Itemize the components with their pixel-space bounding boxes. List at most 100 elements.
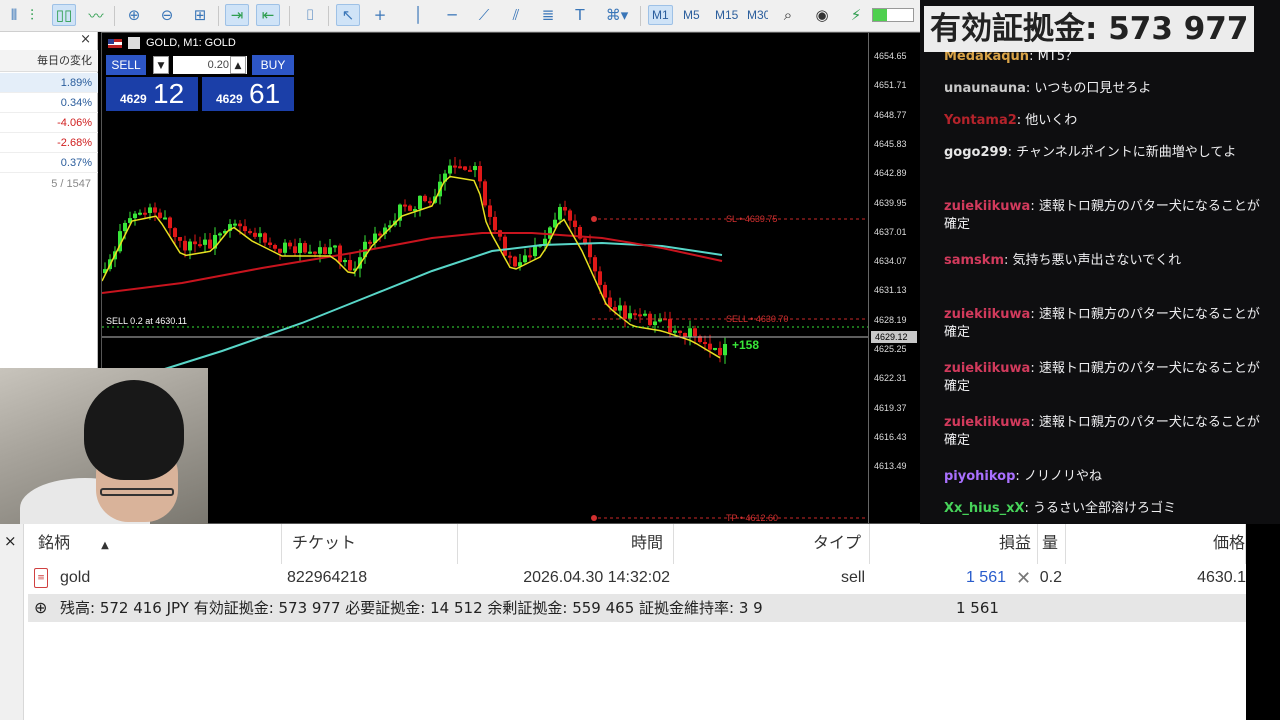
chat-username[interactable]: zuiekiikuwa: [944, 415, 1030, 430]
candle-body: [428, 201, 432, 204]
toolbar-separator: [218, 6, 219, 26]
channel-icon[interactable]: ⫽: [504, 4, 528, 26]
moving-average-slow: [151, 241, 723, 374]
close-position-icon[interactable]: ✕: [1016, 566, 1031, 590]
column-header-ticket[interactable]: チケット: [282, 524, 458, 564]
candle-body: [258, 233, 262, 237]
candle-body: [528, 255, 532, 258]
column-header-symbol[interactable]: 銘柄 ▲: [28, 524, 282, 564]
buy-price-button[interactable]: 4629 61: [202, 77, 294, 111]
candle-body: [238, 223, 242, 227]
candle-body: [623, 305, 627, 319]
symbol-count: 5 / 1547: [51, 178, 91, 190]
price-tick-label: 4631.13: [874, 285, 907, 296]
market-row[interactable]: -4.06%: [0, 113, 98, 133]
fibonacci-icon[interactable]: ≣: [536, 4, 560, 26]
candle-body: [163, 217, 167, 220]
chat-username[interactable]: zuiekiikuwa: [944, 307, 1030, 322]
sell-price-button[interactable]: 4629 12: [106, 77, 198, 111]
vertical-line-icon[interactable]: │: [406, 4, 430, 26]
candle-body: [558, 207, 562, 220]
market-row[interactable]: 0.37%: [0, 153, 98, 173]
cursor-icon[interactable]: ↖: [336, 4, 360, 26]
symbol-icon: [128, 37, 140, 49]
timeframe-m30[interactable]: M30: [744, 5, 768, 25]
chart-shift-icon[interactable]: ⇤: [256, 4, 280, 26]
candle-body: [613, 307, 617, 311]
candle-body: [563, 207, 567, 211]
account-icon[interactable]: ◉: [810, 4, 834, 26]
moving-average-fast: [102, 175, 721, 359]
lot-decrease-icon[interactable]: ▼: [153, 56, 169, 74]
algo-trading-icon[interactable]: ⚡: [844, 4, 868, 26]
close-icon[interactable]: ×: [80, 32, 91, 47]
column-header-profit[interactable]: 損益: [870, 524, 1038, 564]
chat-text: ノリノリやね: [1023, 469, 1102, 484]
chat-username[interactable]: piyohikop: [944, 469, 1015, 484]
stop-loss-label[interactable]: SL • 4639.75: [726, 214, 777, 224]
chat-username[interactable]: zuiekiikuwa: [944, 199, 1030, 214]
chat-username[interactable]: gogo299: [944, 145, 1008, 160]
candle-body: [288, 242, 292, 247]
chart-window[interactable]: GOLD, M1: GOLD SELL ▼ 0.20 ▲ BUY 4629 12…: [101, 32, 920, 524]
candle-body: [418, 195, 422, 210]
candle-body: [568, 210, 572, 221]
column-header-volume[interactable]: 量: [1038, 524, 1066, 564]
stop-loss-handle[interactable]: [591, 216, 597, 222]
candle-body: [208, 239, 212, 249]
candle-body: [533, 245, 537, 257]
screenshot-icon[interactable]: ⌷: [298, 4, 322, 26]
buy-button[interactable]: BUY: [252, 55, 294, 75]
lot-increase-icon[interactable]: ▲: [230, 56, 246, 74]
line-chart-mode-icon[interactable]: 〰: [84, 4, 108, 26]
bar-chart-mode-icon[interactable]: ⫶: [20, 4, 44, 26]
webcam-overlay: [0, 368, 208, 526]
text-tool-icon[interactable]: T: [568, 4, 592, 26]
candlestick-mode-icon[interactable]: ▯▯: [52, 4, 76, 26]
timeframe-m5[interactable]: M5: [680, 5, 703, 25]
shapes-menu-icon[interactable]: ⌘▾: [600, 4, 634, 26]
trendline-icon[interactable]: ⟋: [472, 4, 496, 26]
candle-body: [653, 321, 657, 326]
zoom-out-icon[interactable]: ⊖: [155, 4, 179, 26]
chat-username[interactable]: samskm: [944, 253, 1004, 268]
chat-message: Yontama2: 他いくわ: [944, 112, 1262, 130]
auto-scroll-icon[interactable]: ⇥: [225, 4, 249, 26]
chat-username[interactable]: Yontama2: [944, 113, 1017, 128]
zoom-in-icon[interactable]: ⊕: [122, 4, 146, 26]
chat-message: piyohikop: ノリノリやね: [944, 468, 1262, 486]
chat-username[interactable]: zuiekiikuwa: [944, 361, 1030, 376]
take-profit-label[interactable]: TP • 4612.60: [726, 513, 778, 523]
close-icon[interactable]: ×: [4, 532, 17, 550]
price-tick-label: 4622.31: [874, 373, 907, 384]
chat-message: zuiekiikuwa: 速報トロ親方のパター犬になることが確定: [944, 360, 1262, 396]
candle-body: [268, 242, 272, 245]
price-tick-label: 4642.89: [874, 168, 907, 179]
take-profit-handle[interactable]: [591, 515, 597, 521]
candle-body: [273, 244, 277, 249]
horizontal-line-icon[interactable]: ─: [440, 4, 464, 26]
chat-username[interactable]: unaunauna: [944, 81, 1026, 96]
column-header-price[interactable]: 価格: [1066, 524, 1246, 564]
market-row[interactable]: -2.68%: [0, 133, 98, 153]
sell-order-label[interactable]: SELL • 4630.70: [726, 314, 788, 324]
crosshair-icon[interactable]: +: [368, 4, 392, 26]
price-tick-label: 4639.95: [874, 197, 907, 208]
sell-button[interactable]: SELL: [106, 55, 146, 75]
daily-change-header[interactable]: 毎日の変化: [0, 50, 98, 72]
candle-body: [688, 328, 692, 337]
expand-icon[interactable]: ⊕: [34, 594, 47, 622]
price-tick-label: 4634.07: [874, 256, 907, 267]
chat-username[interactable]: Xx_hius_xX: [944, 501, 1025, 516]
market-row[interactable]: 0.34%: [0, 93, 98, 113]
grid-icon[interactable]: ⊞: [188, 4, 212, 26]
column-header-time[interactable]: 時間: [458, 524, 674, 564]
candle-body: [493, 216, 497, 231]
search-icon[interactable]: ⌕: [776, 4, 800, 26]
price-axis[interactable]: 4654.65 4651.71 4648.77 4645.83 4642.89 4639.…: [868, 33, 920, 523]
column-header-type[interactable]: タイプ: [674, 524, 870, 564]
market-row[interactable]: 1.89%: [0, 73, 98, 93]
buy-price-pips: 61: [249, 78, 281, 109]
timeframe-m1[interactable]: M1: [648, 5, 673, 25]
timeframe-m15[interactable]: M15: [712, 5, 741, 25]
